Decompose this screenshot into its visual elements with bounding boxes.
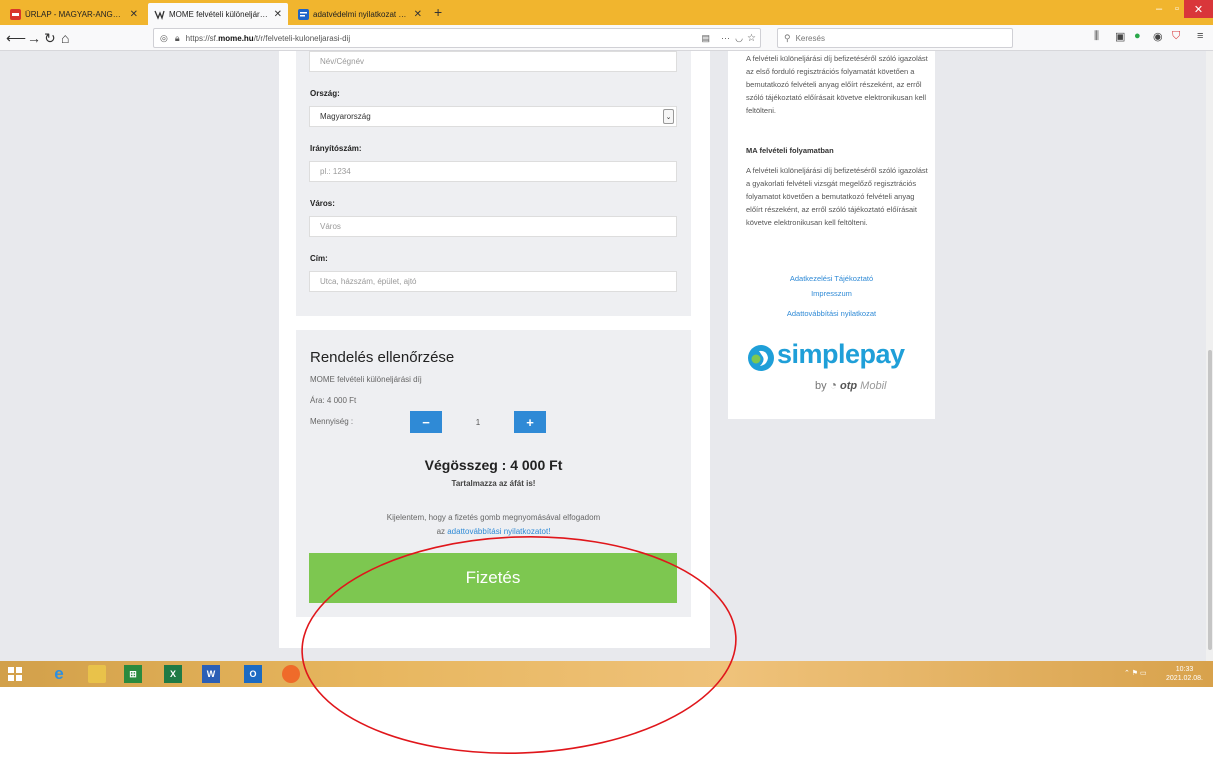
minimize-icon[interactable]: – <box>1148 0 1170 18</box>
city-label: Város: <box>310 199 335 208</box>
excel-icon[interactable]: X <box>164 665 182 683</box>
clock-date: 2021.02.08. <box>1166 675 1203 682</box>
zip-input[interactable]: pl.: 1234 <box>309 161 677 182</box>
by-text: by <box>815 380 827 392</box>
url-text[interactable]: https://sf.mome.hu/t/r/felveteli-kulonel… <box>186 34 351 43</box>
restore-icon[interactable]: ▫ <box>1170 0 1184 18</box>
search-icon: ⚲ <box>784 32 791 43</box>
mobil-text: Mobil <box>860 380 887 392</box>
chevron-down-icon[interactable]: ⌄ <box>663 109 674 124</box>
sheet-favicon-icon <box>298 8 309 20</box>
sidebar-icon[interactable]: ▣ <box>1115 30 1125 43</box>
imprint-link[interactable]: Impresszum <box>728 289 935 298</box>
browser-tab-bar: ÜRLAP - MAGYAR-ANGOL SZO ✕ MOME felvétel… <box>0 0 1213 25</box>
forward-icon[interactable]: → <box>27 29 41 47</box>
library-icon[interactable]: ⫼ <box>1094 30 1099 43</box>
store-icon[interactable]: ⊞ <box>124 665 142 683</box>
clock-time: 10:33 <box>1175 666 1194 673</box>
search-input[interactable]: ⚲ Keresés <box>777 28 1013 48</box>
country-select[interactable]: Magyarország ⌄ <box>309 106 677 127</box>
home-icon[interactable]: ⌂ <box>61 29 69 47</box>
outlook-icon[interactable]: O <box>244 665 262 683</box>
firefox-icon[interactable] <box>282 665 300 683</box>
consent-text: Kijelentem, hogy a fizetés gomb megnyomá… <box>386 513 601 522</box>
otp-icon: ◔ <box>829 378 837 392</box>
tray-icons[interactable]: ⌃ ⚑ ▭ <box>1124 669 1147 677</box>
quantity-value[interactable]: 1 <box>442 411 514 433</box>
extension-green-icon[interactable]: ● <box>1134 30 1141 42</box>
tab-title: MOME felvételi különeljárási díj <box>169 9 269 19</box>
file-explorer-icon[interactable] <box>88 665 106 683</box>
info-paragraph-ma: A felvételi különeljárási díj befizetésé… <box>746 166 928 227</box>
start-windows-icon[interactable] <box>6 665 24 683</box>
lock-icon[interactable]: 🔒︎ <box>175 33 180 44</box>
url-bar[interactable]: ◎ 🔒︎ https://sf.mome.hu/t/r/felveteli-ku… <box>153 28 761 48</box>
quantity-label: Mennyiség : <box>310 417 354 426</box>
reader-view-icon[interactable]: ▤ <box>701 33 710 44</box>
system-clock[interactable]: 10:33 2021.02.08. <box>1166 665 1203 683</box>
close-icon[interactable]: ✕ <box>130 9 138 20</box>
word-icon[interactable]: W <box>202 665 220 683</box>
data-transfer-statement-link[interactable]: Adattovábbítási nyilatkozat <box>728 309 935 318</box>
mome-logo-icon <box>154 10 165 20</box>
country-value: Magyarország <box>320 112 371 121</box>
close-icon[interactable]: ✕ <box>414 9 422 20</box>
tab-urlap[interactable]: ÜRLAP - MAGYAR-ANGOL SZO ✕ <box>4 3 144 25</box>
tab-privacy[interactable]: adatvédelmi nyilatkozat - Ango ✕ <box>292 3 428 25</box>
search-placeholder: Keresés <box>795 33 825 43</box>
info-paragraph-ba: A felvételi különeljárási díj befizetésé… <box>746 54 928 115</box>
quantity-minus-button[interactable]: − <box>410 411 442 433</box>
vat-note: Tartalmazza az áfát is! <box>451 479 536 488</box>
ublock-icon[interactable]: ⛉ <box>1172 30 1180 43</box>
bookmark-star-icon[interactable]: ☆ <box>747 33 756 44</box>
zip-label: Irányítószám: <box>310 144 362 153</box>
privacy-policy-link[interactable]: Adatkezelési Tájékoztató <box>728 274 935 283</box>
window-close-icon[interactable]: ✕ <box>1184 0 1213 18</box>
extension-icon[interactable]: ◉ <box>1153 30 1163 43</box>
address-input[interactable]: Utca, házszám, épület, ajtó <box>309 271 677 292</box>
pocket-icon[interactable]: ◡ <box>735 33 743 44</box>
address-label: Cím: <box>310 254 328 263</box>
simplepay-logo-icon <box>748 345 774 371</box>
back-icon[interactable]: ⟵ <box>6 29 26 47</box>
tab-title: ÜRLAP - MAGYAR-ANGOL SZO <box>25 9 125 19</box>
menu-icon[interactable]: ≡ <box>1197 30 1203 42</box>
tab-mome-fee[interactable]: MOME felvételi különeljárási díj ✕ <box>148 3 288 25</box>
new-tab-button[interactable]: + <box>434 4 442 20</box>
internet-explorer-icon[interactable]: e <box>50 664 68 683</box>
mome-favicon-icon <box>10 8 21 20</box>
country-label: Ország: <box>310 89 340 98</box>
shield-icon[interactable]: ◎ <box>160 33 168 44</box>
close-icon[interactable]: ✕ <box>274 9 282 20</box>
city-input[interactable]: Város <box>309 216 677 237</box>
quantity-plus-button[interactable]: + <box>514 411 546 433</box>
otp-mobil-logo: by ◔ otp Mobil <box>815 378 886 392</box>
page-actions-icon[interactable]: ··· <box>721 33 730 43</box>
otp-text: otp <box>840 380 858 392</box>
browser-toolbar: ⟵ → ↻ ⌂ ◎ 🔒︎ https://sf.mome.hu/t/r/felv… <box>0 25 1213 51</box>
simplepay-logo: simplepay <box>777 339 905 369</box>
info-heading-ma: MA felvételi folyamatban <box>746 146 834 155</box>
reload-icon[interactable]: ↻ <box>44 29 56 47</box>
product-name: MOME felvételi különeljárási díj <box>310 375 422 384</box>
name-input[interactable]: Név/Cégnév <box>309 51 677 72</box>
product-price: Ára: 4 000 Ft <box>310 396 357 405</box>
order-review-title: Rendelés ellenőrzése <box>310 349 455 366</box>
tab-title: adatvédelmi nyilatkozat - Ango <box>313 9 409 19</box>
order-total: Végösszeg : 4 000 Ft <box>424 457 563 473</box>
scrollbar-thumb[interactable] <box>1208 350 1212 650</box>
annotation-ellipse <box>301 536 737 754</box>
